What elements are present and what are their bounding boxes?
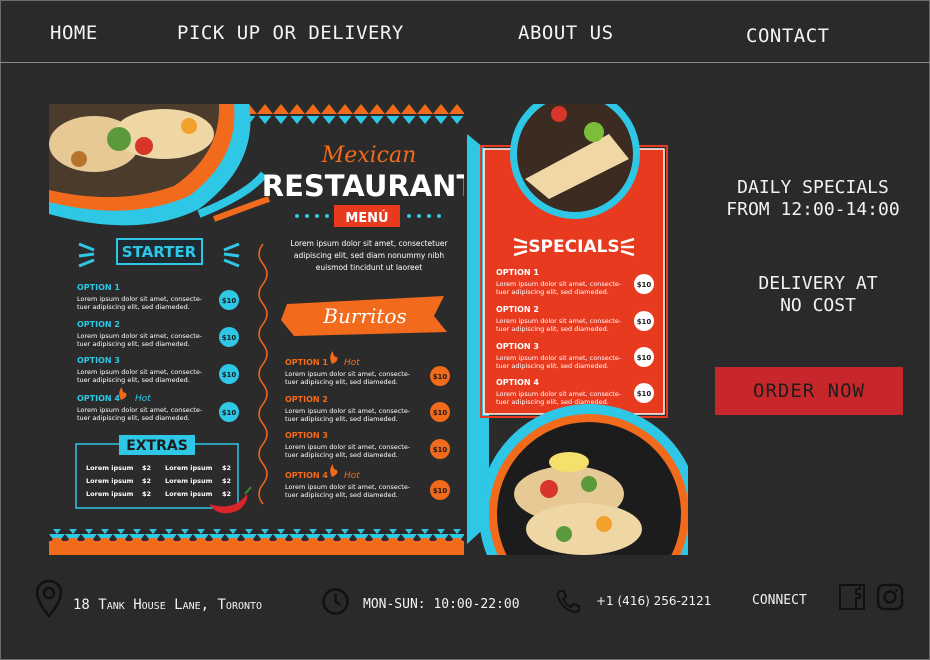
nav-contact[interactable]: CONTACT xyxy=(746,25,830,47)
burritos-item-hot: Hot xyxy=(344,471,360,481)
delivery-line-1: DELIVERY AT xyxy=(758,273,878,294)
footer-connect-label: CONNECT xyxy=(752,593,807,608)
burritos-item-name: OPTION 2 xyxy=(285,395,328,404)
burritos-item-name: OPTION 3 xyxy=(285,431,328,440)
daily-specials-line-1: DAILY SPECIALS xyxy=(737,177,889,198)
specials-item-price: $10 xyxy=(637,390,652,398)
specials-item-desc: Lorem ipsum dolor sit amet, consecte- xyxy=(496,390,622,398)
starter-item-desc: Lorem ipsum dolor sit amet, consecte- xyxy=(77,295,203,303)
burritos-item-price: $10 xyxy=(433,487,448,495)
starter-item-desc: Lorem ipsum dolor sit amet, consecte- xyxy=(77,332,203,340)
intro-line-1: Lorem ipsum dolor sit amet, consectetuer xyxy=(290,239,448,248)
starter-item-desc: tuer adipiscing elit, sed diameded. xyxy=(77,340,190,348)
delivery-text: DELIVERY AT NO COST xyxy=(728,273,908,317)
specials-item-price: $10 xyxy=(637,318,652,326)
location-pin-icon xyxy=(35,579,63,618)
facebook-icon[interactable] xyxy=(838,583,866,611)
extras-item-name: Lorem ipsum xyxy=(165,477,213,485)
specials-item-price: $10 xyxy=(637,281,652,289)
burritos-item-price: $10 xyxy=(433,446,448,454)
footer-address: 18 Tank House Lane, Toronto xyxy=(73,597,263,613)
burritos-item-name: OPTION 4 xyxy=(285,471,328,480)
starter-item-price: $10 xyxy=(222,409,237,417)
footer-hours: MON-SUN: 10:00-22:00 xyxy=(363,597,520,612)
starter-item-hot: Hot xyxy=(135,394,151,404)
extras-item-name: Lorem ipsum xyxy=(165,464,213,472)
extras-item-price: $2 xyxy=(142,464,151,472)
specials-item-desc: tuer adipiscing elit, sed diameded. xyxy=(496,325,609,333)
burritos-item-name: OPTION 1 xyxy=(285,358,328,367)
burritos-item-desc: tuer adipiscing elit, sed diameded. xyxy=(285,378,398,386)
burritos-title: Burritos xyxy=(322,304,406,328)
delivery-line-2: NO COST xyxy=(780,295,856,316)
starter-item-price: $10 xyxy=(222,371,237,379)
starter-item-name: OPTION 1 xyxy=(77,283,120,292)
burritos-item-price: $10 xyxy=(433,373,448,381)
specials-item-name: OPTION 3 xyxy=(496,342,539,351)
extras-item-name: Lorem ipsum xyxy=(165,490,213,498)
burritos-item-desc: Lorem ipsum dolor sit amet, consecte- xyxy=(285,407,411,415)
burritos-item-desc: Lorem ipsum dolor sit amet, consecte- xyxy=(285,483,411,491)
intro-line-2: adipiscing elit, sed diam nonummy nibh xyxy=(294,251,444,260)
specials-title: SPECIALS xyxy=(528,237,619,257)
burritos-item-hot: Hot xyxy=(344,358,360,368)
nav-pickup-delivery[interactable]: PICK UP OR DELIVERY xyxy=(177,22,404,44)
nav-about-us[interactable]: ABOUT US xyxy=(518,22,614,44)
top-navigation: HOME PICK UP OR DELIVERY ABOUT US CONTAC… xyxy=(0,0,930,63)
starter-item-desc: Lorem ipsum dolor sit amet, consecte- xyxy=(77,406,203,414)
extras-item-price: $2 xyxy=(142,477,151,485)
extras-item-name: Lorem ipsum xyxy=(86,464,134,472)
extras-item-price: $2 xyxy=(222,490,231,498)
burritos-item-desc: Lorem ipsum dolor sit amet, consecte- xyxy=(285,370,411,378)
extras-item-price: $2 xyxy=(222,464,231,472)
daily-specials-line-2: FROM 12:00-14:00 xyxy=(726,199,900,220)
starter-item-name: OPTION 2 xyxy=(77,320,120,329)
extras-title: EXTRAS xyxy=(126,438,188,454)
specials-item-desc: Lorem ipsum dolor sit amet, consecte- xyxy=(496,280,622,288)
specials-item-name: OPTION 2 xyxy=(496,305,539,314)
burritos-item-desc: tuer adipiscing elit, sed diameded. xyxy=(285,451,398,459)
specials-item-name: OPTION 4 xyxy=(496,378,539,387)
burritos-item-desc: Lorem ipsum dolor sit amet, consecte- xyxy=(285,443,411,451)
specials-item-desc: Lorem ipsum dolor sit amet, consecte- xyxy=(496,354,622,362)
starter-title: STARTER xyxy=(122,243,197,261)
footer-phone[interactable]: +1 (416) 256-2121 xyxy=(596,594,711,608)
specials-item-desc: tuer adipiscing elit, sed diameded. xyxy=(496,288,609,296)
phone-icon[interactable] xyxy=(554,588,582,614)
instagram-icon[interactable] xyxy=(876,583,904,611)
nav-home[interactable]: HOME xyxy=(50,22,98,44)
specials-item-desc: Lorem ipsum dolor sit amet, consecte- xyxy=(496,317,622,325)
intro-line-3: euismod tincidunt ut laoreet xyxy=(316,263,422,272)
extras-item-name: Lorem ipsum xyxy=(86,477,134,485)
menu-image: Mexican RESTAURANT MENÚ Lorem ipsum dolo… xyxy=(49,104,688,555)
starter-item-desc: Lorem ipsum dolor sit amet, consecte- xyxy=(77,368,203,376)
brand-title: RESTAURANT xyxy=(262,169,477,203)
starter-item-desc: tuer adipiscing elit, sed diameded. xyxy=(77,303,190,311)
extras-item-price: $2 xyxy=(142,490,151,498)
clock-icon xyxy=(322,588,349,615)
burritos-item-desc: tuer adipiscing elit, sed diameded. xyxy=(285,491,398,499)
starter-item-price: $10 xyxy=(222,334,237,342)
brand-script: Mexican xyxy=(321,143,417,168)
starter-item-desc: tuer adipiscing elit, sed diameded. xyxy=(77,376,190,384)
specials-item-price: $10 xyxy=(637,354,652,362)
specials-item-desc: tuer adipiscing elit, sed diameded. xyxy=(496,362,609,370)
extras-item-name: Lorem ipsum xyxy=(86,490,134,498)
brand-sub: MENÚ xyxy=(345,210,388,226)
specials-item-name: OPTION 1 xyxy=(496,268,539,277)
burritos-item-desc: tuer adipiscing elit, sed diameded. xyxy=(285,415,398,423)
starter-item-price: $10 xyxy=(222,297,237,305)
burritos-item-price: $10 xyxy=(433,409,448,417)
daily-specials-text: DAILY SPECIALS FROM 12:00-14:00 xyxy=(723,177,903,221)
order-now-button[interactable]: ORDER NOW xyxy=(715,367,903,415)
starter-item-name: OPTION 4 xyxy=(77,394,120,403)
extras-item-price: $2 xyxy=(222,477,231,485)
starter-item-desc: tuer adipiscing elit, sed diameded. xyxy=(77,414,190,422)
starter-item-name: OPTION 3 xyxy=(77,356,120,365)
